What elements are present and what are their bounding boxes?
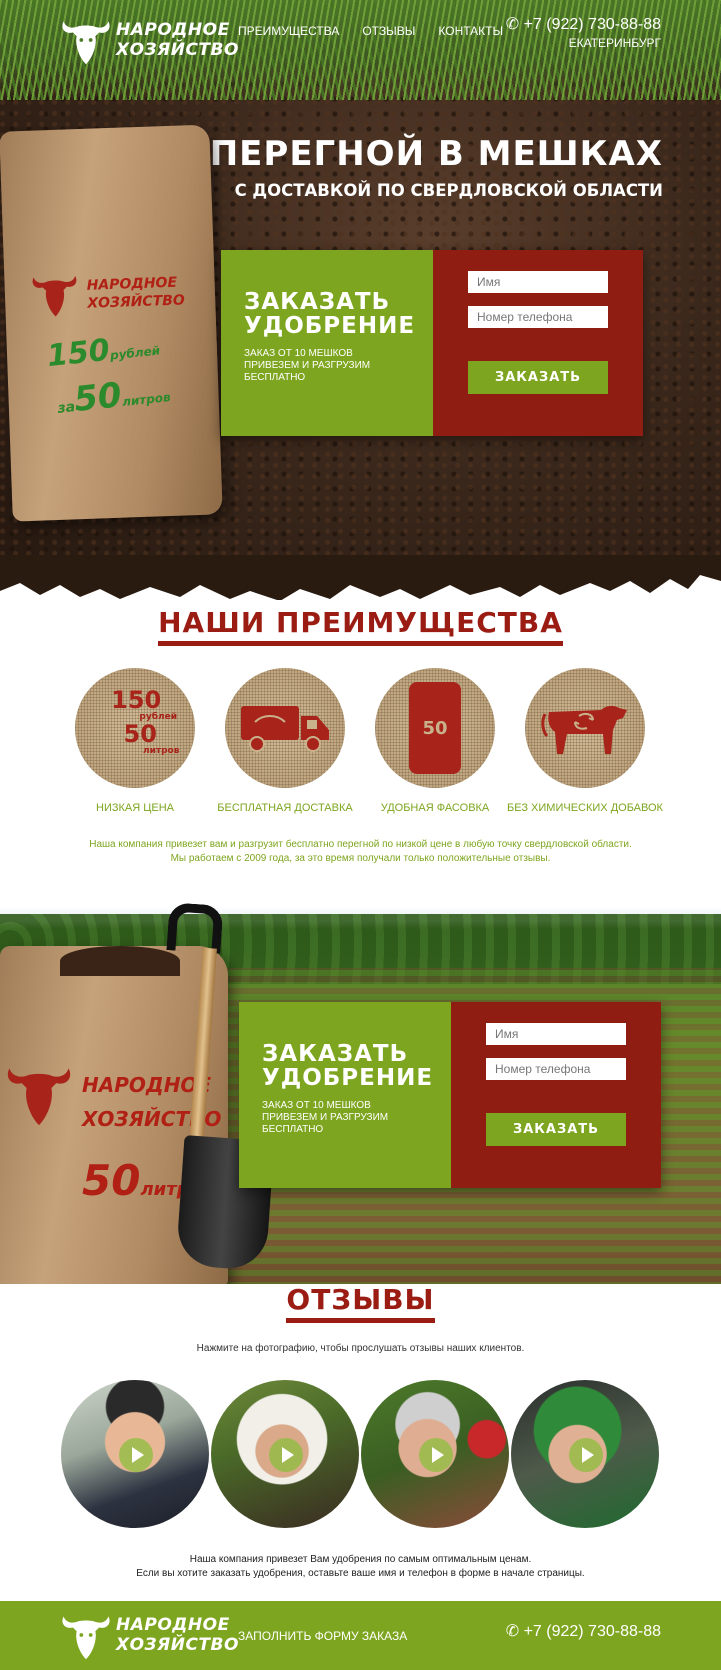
top-navigation: ПРЕИМУЩЕСТВА ОТЗЫВЫ КОНТАКТЫ (238, 24, 503, 38)
advantage-free-delivery: БЕСПЛАТНАЯ ДОСТАВКА (217, 668, 353, 814)
order-submit-button[interactable]: ЗАКАЗАТЬ (486, 1113, 626, 1146)
advantage-packaging: 50 УДОБНАЯ ФАСОВКА (375, 668, 495, 814)
order-form-fields: ЗАКАЗАТЬ (451, 1002, 661, 1188)
footer-logo[interactable]: НАРОДНОЕ ХОЗЯЙСТВО (58, 1607, 239, 1663)
shovel-grip (166, 902, 224, 954)
sack-brand: НАРОДНОЕ ХОЗЯЙСТВО (86, 274, 186, 312)
footer-order-link[interactable]: ЗАПОЛНИТЬ ФОРМУ ЗАКАЗА (238, 1629, 407, 1643)
header-phone[interactable]: ✆ +7 (922) 730-88-88 (506, 14, 661, 34)
advantages-description: Наша компания привезет вам и разгрузит б… (89, 839, 632, 864)
phone-icon: ✆ (505, 16, 520, 33)
brand-name: НАРОДНОЕ ХОЗЯЙСТВО (116, 20, 239, 60)
review-photo-1[interactable] (61, 1380, 209, 1528)
truck-icon (225, 668, 345, 788)
phone-icon: ✆ (505, 1623, 520, 1640)
order-form-banner: ЗАКАЗАТЬ УДОБРЕНИЕ ЗАКАЗ ОТ 10 МЕШКОВ ПР… (239, 1002, 661, 1188)
reviews-hint: Нажмите на фотографию, чтобы прослушать … (196, 1343, 525, 1354)
footer: НАРОДНОЕ ХОЗЯЙСТВО ЗАПОЛНИТЬ ФОРМУ ЗАКАЗ… (0, 1601, 721, 1670)
order-form-fields: ЗАКАЗАТЬ (433, 250, 643, 436)
order-form-heading: ЗАКАЗАТЬ УДОБРЕНИЕ (244, 289, 416, 339)
name-input[interactable] (468, 271, 608, 293)
cow-icon (525, 668, 645, 788)
fertilizer-sack-image: НАРОДНОЕ ХОЗЯЙСТВО 150рублей за50литров (0, 124, 223, 522)
order-submit-button[interactable]: ЗАКАЗАТЬ (468, 361, 608, 394)
nav-contacts[interactable]: КОНТАКТЫ (438, 24, 503, 38)
bag-icon: 50 (375, 668, 495, 788)
play-icon[interactable] (569, 1438, 603, 1472)
brand-name: НАРОДНОЕ ХОЗЯЙСТВО (116, 1615, 239, 1655)
advantage-label: БЕЗ ХИМИЧЕСКИХ ДОБАВОК (507, 802, 663, 814)
cow-logo-icon (62, 1616, 110, 1660)
advantages-title: НАШИ ПРЕИМУЩЕСТВА (0, 606, 721, 646)
reviews-title: ОТЗЫВЫ (0, 1283, 721, 1323)
order-form-info: ЗАКАЗАТЬ УДОБРЕНИЕ ЗАКАЗ ОТ 10 МЕШКОВ ПР… (221, 250, 433, 436)
review-photo-4[interactable] (511, 1380, 659, 1528)
play-icon[interactable] (419, 1438, 453, 1472)
play-icon[interactable] (269, 1438, 303, 1472)
footer-phone-number: +7 (922) 730-88-88 (523, 1623, 661, 1640)
hero-title: ПЕРЕГНОЙ В МЕШКАХ (209, 134, 663, 174)
phone-input[interactable] (486, 1058, 626, 1080)
order-form-info: ЗАКАЗАТЬ УДОБРЕНИЕ ЗАКАЗ ОТ 10 МЕШКОВ ПР… (239, 1002, 451, 1188)
nav-advantages[interactable]: ПРЕИМУЩЕСТВА (238, 24, 339, 38)
field-banner: НАРОДНОЕ ХОЗЯЙСТВО 50литров ЗАКАЗАТЬ УДО… (0, 898, 721, 1284)
advantage-low-price: 150 рублей 50 литров НИЗКАЯ ЦЕНА (75, 668, 195, 814)
footer-phone[interactable]: ✆ +7 (922) 730-88-88 (506, 1621, 661, 1641)
order-form-note: ЗАКАЗ ОТ 10 МЕШКОВ ПРИВЕЗЕМ И РАЗГРУЗИМ … (262, 1100, 389, 1135)
soil-edge-decoration (0, 555, 721, 600)
order-form-note: ЗАКАЗ ОТ 10 МЕШКОВ ПРИВЕЗЕМ И РАЗГРУЗИМ … (244, 348, 371, 383)
logo[interactable]: НАРОДНОЕ ХОЗЯЙСТВО (58, 12, 239, 68)
play-icon[interactable] (119, 1438, 153, 1472)
name-input[interactable] (486, 1023, 626, 1045)
price-icon: 150 рублей 50 литров (75, 668, 195, 788)
order-form-heading: ЗАКАЗАТЬ УДОБРЕНИЕ (262, 1041, 434, 1091)
reviews-note: Наша компания привезет Вам удобрения по … (136, 1554, 585, 1579)
header-city: ЕКАТЕРИНБУРГ (568, 36, 661, 50)
hero-section: НАРОДНОЕ ХОЗЯЙСТВО ПРЕИМУЩЕСТВА ОТЗЫВЫ К… (0, 0, 721, 600)
review-photo-3[interactable] (361, 1380, 509, 1528)
phone-input[interactable] (468, 306, 608, 328)
order-form-top: ЗАКАЗАТЬ УДОБРЕНИЕ ЗАКАЗ ОТ 10 МЕШКОВ ПР… (221, 250, 643, 436)
nav-reviews[interactable]: ОТЗЫВЫ (362, 24, 415, 38)
review-photo-2[interactable] (211, 1380, 359, 1528)
advantage-no-chemicals: БЕЗ ХИМИЧЕСКИХ ДОБАВОК (507, 668, 663, 814)
banner-sack-cow-icon (7, 1068, 71, 1126)
cow-logo-icon (62, 21, 110, 65)
hero-subtitle: С ДОСТАВКОЙ ПО СВЕРДЛОВСКОЙ ОБЛАСТИ (234, 181, 663, 200)
header-phone-number: +7 (922) 730-88-88 (523, 16, 661, 33)
sack-cow-icon (32, 275, 77, 317)
